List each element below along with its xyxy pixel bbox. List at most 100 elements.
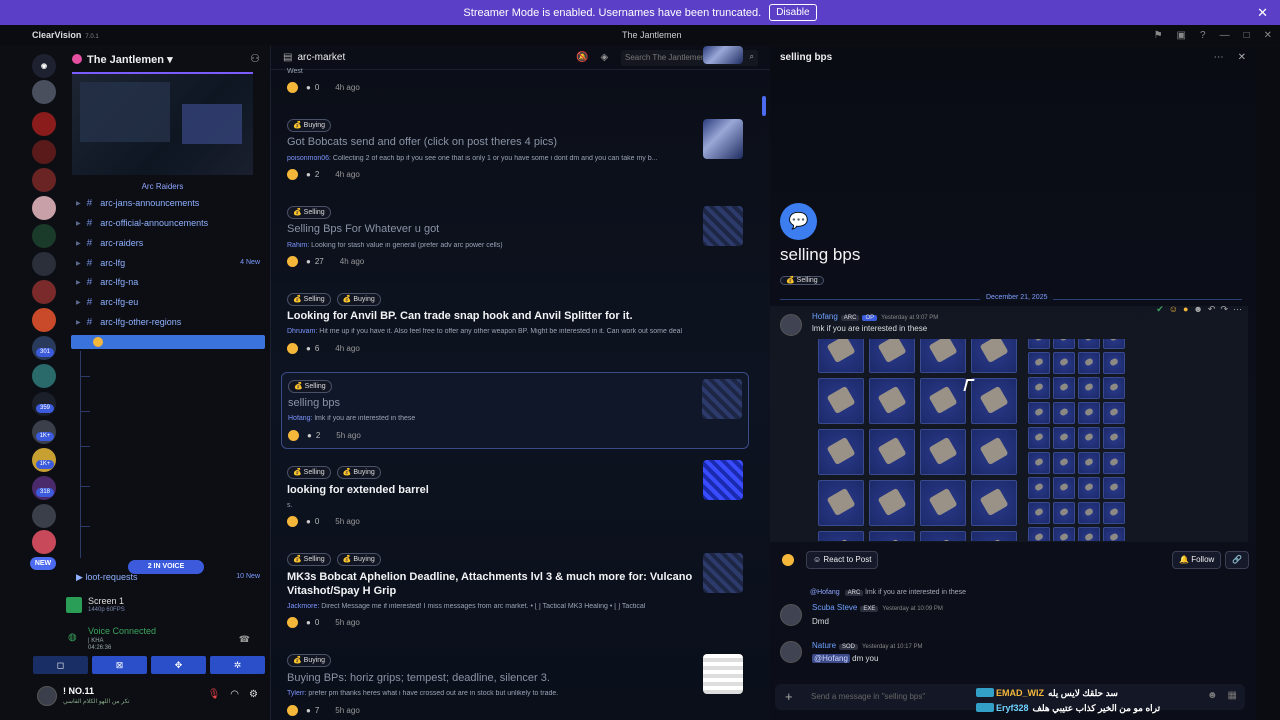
emoji-reaction-icon[interactable]: ☺ — [1169, 304, 1178, 315]
invite-icon[interactable]: ⚇ — [250, 52, 260, 65]
react-to-post-button[interactable]: ☺ React to Post — [806, 551, 879, 569]
forum-post[interactable]: West ● 0 4h ago — [281, 46, 749, 98]
blueprint-image-right[interactable] — [1028, 339, 1132, 541]
coin-reaction-icon[interactable]: ● — [1183, 304, 1188, 315]
mute-icon[interactable]: 🎙 — [208, 689, 221, 700]
op-message[interactable]: Hofang ARC OP Yesterday at 9:07 PM lmk if y… — [770, 306, 1248, 542]
maximize-icon[interactable]: □ — [1244, 30, 1250, 41]
more-options-icon[interactable]: ⋯ — [1214, 52, 1224, 63]
channel-arc-raiders[interactable]: ▶ # arc-raiders — [76, 234, 143, 252]
server-icon[interactable] — [32, 140, 56, 164]
help-icon[interactable]: ? — [1200, 30, 1206, 41]
thread-branch — [80, 446, 90, 447]
close-thread-icon[interactable]: ✕ — [1238, 52, 1246, 63]
blueprint-cell — [818, 429, 864, 475]
user-mention[interactable]: @Hofang — [812, 654, 850, 663]
server-icon[interactable] — [32, 224, 56, 248]
notification-settings-icon[interactable]: ◈ — [600, 52, 608, 63]
forum-post[interactable]: 💰 Selling 💰 Buying looking for extended b… — [281, 460, 749, 536]
avatar[interactable] — [780, 314, 802, 336]
author-name[interactable]: Nature — [812, 641, 836, 650]
follow-button[interactable]: 🔔 Follow — [1172, 551, 1222, 569]
server-title: The Jantlemen — [622, 30, 682, 40]
add-reaction-icon[interactable]: ☻ — [1193, 304, 1202, 315]
forum-post[interactable]: 💰 Buying Got Bobcats send and offer (cli… — [281, 119, 749, 189]
avatar[interactable] — [780, 604, 802, 626]
thread-title: selling bps — [780, 245, 861, 264]
forum-post-selected[interactable]: 💰 Selling selling bps Hofang: lmk if you… — [281, 372, 749, 449]
emoji-icon[interactable]: ☻ — [1207, 690, 1218, 701]
mention-badge: 1K+ — [36, 460, 54, 469]
forum-title: ▤ arc-market — [283, 52, 345, 63]
server-icon[interactable] — [32, 280, 56, 304]
attach-plus-icon[interactable]: + — [785, 689, 793, 704]
server-icon[interactable] — [32, 504, 56, 528]
channel-arc-market-selected[interactable] — [71, 335, 265, 349]
server-icon[interactable] — [32, 530, 56, 554]
post-author: Hofang: — [288, 415, 313, 422]
post-author: poisonmon06: — [287, 155, 331, 162]
comment-icon: ● — [306, 83, 311, 92]
gif-icon[interactable]: ▦ — [1228, 690, 1237, 701]
forum-post[interactable]: 💰 Selling 💰 Buying MK3s Bobcat Aphelion D… — [281, 553, 749, 633]
reply-reference[interactable]: @Hofang ARC lmk if you are interested in… — [810, 589, 966, 596]
screen-share-button[interactable]: ⊠ — [92, 656, 147, 674]
server-icon[interactable] — [32, 252, 56, 276]
channel-arc-jans-announcements[interactable]: ▶ # arc-jans-announcements — [76, 194, 199, 212]
server-icon[interactable] — [32, 308, 56, 332]
server-icon[interactable] — [32, 364, 56, 388]
blueprint-cell — [1078, 527, 1100, 541]
scrollbar[interactable] — [762, 96, 766, 116]
server-icon[interactable] — [32, 168, 56, 192]
forum-post[interactable]: 💰 Buying Buying BPs: horiz grips; tempes… — [281, 654, 749, 720]
server-icon[interactable] — [32, 80, 56, 104]
blueprint-cell — [1028, 527, 1050, 541]
author-name[interactable]: Hofang — [812, 312, 838, 321]
blueprint-cell — [971, 480, 1017, 526]
camera-button[interactable]: ◻ — [33, 656, 88, 674]
channel-loot-requests[interactable]: ▶ loot-requests — [76, 572, 137, 583]
settings-gear-icon[interactable]: ⚙ — [249, 689, 258, 700]
screen-share-panel[interactable]: Screen 1 1440p 60FPS — [60, 594, 270, 620]
headset-icon[interactable]: ◠ — [230, 689, 239, 700]
channel-arc-lfg[interactable]: ▶ # arc-lfg — [76, 254, 125, 272]
disable-button[interactable]: Disable — [769, 4, 817, 21]
blueprint-image-left[interactable] — [818, 339, 1020, 541]
minimize-icon[interactable]: — — [1220, 30, 1230, 41]
channel-hash-icon: # — [86, 237, 93, 249]
close-window-icon[interactable]: ✕ — [1264, 30, 1272, 41]
check-reaction-icon[interactable]: ✔ — [1156, 304, 1164, 315]
forum-post[interactable]: 💰 Selling Selling Bps For Whatever u got… — [281, 206, 749, 276]
stream-preview[interactable] — [72, 72, 253, 175]
activities-button[interactable]: ✥ — [151, 656, 206, 674]
channel-arc-lfg-na[interactable]: ▶ # arc-lfg-na — [76, 273, 138, 291]
server-icon[interactable] — [32, 196, 56, 220]
mute-channel-icon[interactable]: 🔕 — [576, 52, 588, 63]
flag-icon[interactable]: ⚑ — [1154, 30, 1163, 41]
server-icon[interactable] — [32, 112, 56, 136]
blueprint-cell — [1103, 527, 1125, 541]
avatar[interactable] — [37, 686, 57, 706]
more-icon[interactable]: ⋯ — [1233, 304, 1242, 315]
forward-icon[interactable]: ↷ — [1220, 304, 1228, 315]
blueprint-cell — [1053, 402, 1075, 424]
in-voice-badge[interactable]: 2 IN VOICE — [128, 560, 204, 574]
channel-arc-official-announcements[interactable]: ▶ # arc-official-announcements — [76, 214, 208, 232]
channel-arc-lfg-eu[interactable]: ▶ # arc-lfg-eu — [76, 293, 138, 311]
soundboard-button[interactable]: ✲ — [210, 656, 265, 674]
copy-link-button[interactable]: 🔗 — [1225, 551, 1249, 569]
author-name[interactable]: Scuba Steve — [812, 603, 857, 612]
forum-post[interactable]: 💰 Selling 💰 Buying Looking for Anvil BP. … — [281, 293, 749, 363]
avatar[interactable] — [780, 641, 802, 663]
close-icon[interactable]: ✕ — [1257, 5, 1268, 21]
discord-home-icon[interactable]: ◉ — [32, 54, 56, 78]
disconnect-icon[interactable]: ☎ — [239, 634, 250, 645]
category-header[interactable]: Arc Raiders — [72, 182, 253, 191]
new-unreads-pill[interactable]: NEW — [30, 557, 56, 570]
app-version: 7.0.1 — [85, 34, 99, 40]
inbox-icon[interactable]: ▣ — [1177, 30, 1186, 41]
reply-icon[interactable]: ↶ — [1208, 304, 1216, 315]
channel-arc-lfg-other-regions[interactable]: ▶ # arc-lfg-other-regions — [76, 313, 181, 331]
channel-hash-icon: # — [86, 296, 93, 308]
guild-header[interactable]: The Jantlemen ▾ — [72, 53, 173, 66]
